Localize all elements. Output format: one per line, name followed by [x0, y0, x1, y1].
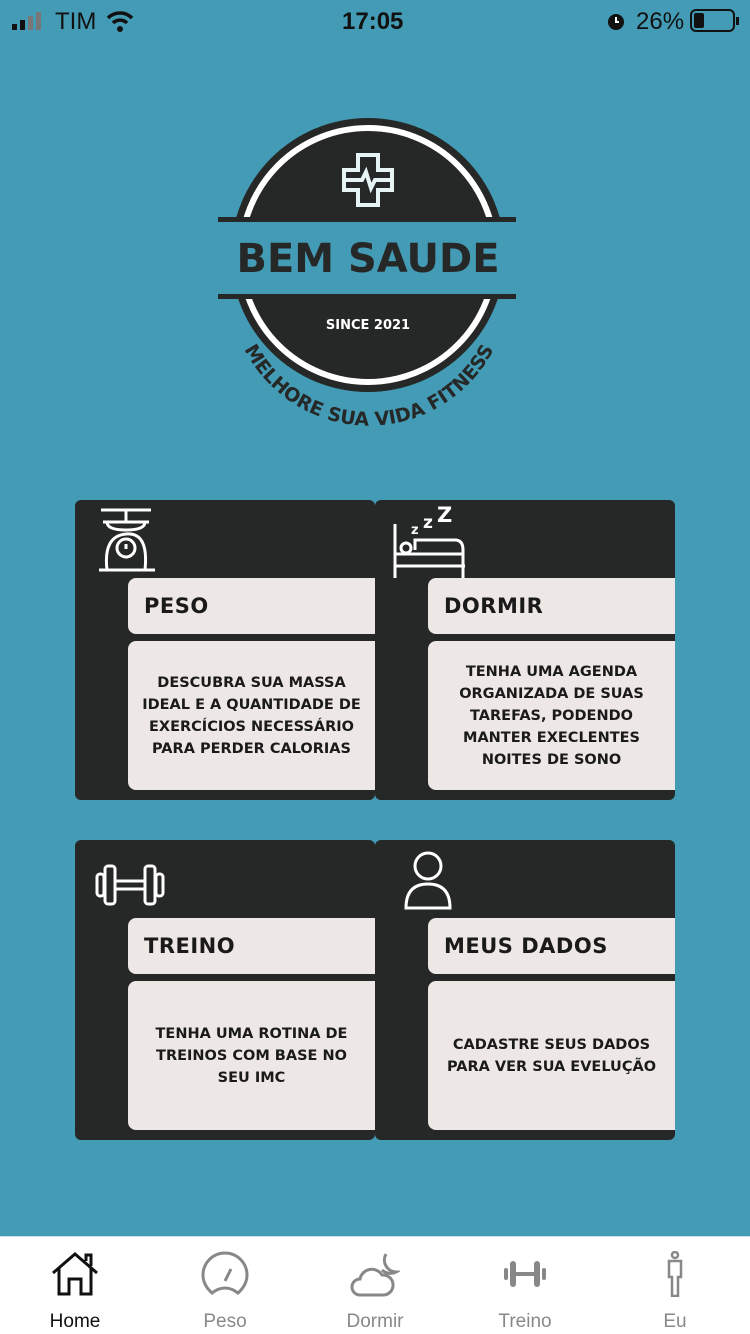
clock: 17:05	[342, 8, 404, 35]
carrier: TIM	[55, 8, 97, 35]
alarm-icon	[608, 14, 624, 30]
bem-saude-logo: BEM SAUDE SINCE 2021 MELHORE SUA VIDA FI…	[218, 118, 516, 430]
tab-label: Dormir	[346, 1311, 404, 1332]
card-description: Tenha uma agenda organizada de suas tare…	[428, 641, 675, 790]
card-description: Tenha uma rotina de treinos com base no …	[128, 981, 375, 1130]
card-title: TREINO	[128, 918, 375, 974]
tab-label: Home	[49, 1311, 101, 1332]
tab-bar: Home Peso Dormir Treino Eu	[0, 1236, 750, 1334]
tab-eu[interactable]: Eu	[600, 1237, 750, 1334]
dumbbell-icon	[504, 1261, 546, 1287]
user-icon	[404, 851, 452, 910]
bed-icon: zzZ	[393, 504, 465, 578]
card-description: Cadastre seus dados para ver sua eveluçã…	[428, 981, 675, 1130]
svg-text:Z: Z	[437, 504, 452, 527]
card-treino[interactable]: TREINO Tenha uma rotina de treinos com b…	[75, 840, 375, 1140]
battery-percent: 26%	[636, 8, 685, 35]
svg-text:z: z	[423, 513, 433, 533]
home-icon	[52, 1252, 98, 1296]
tab-label: Treino	[498, 1311, 552, 1332]
signal-icon	[12, 12, 41, 30]
logo-since: SINCE 2021	[326, 318, 410, 333]
tab-dormir[interactable]: Dormir	[300, 1237, 450, 1334]
tab-label: Peso	[203, 1311, 247, 1332]
card-meus-dados[interactable]: MEUS DADOS Cadastre seus dados para ver …	[375, 840, 675, 1140]
svg-text:z: z	[411, 523, 419, 538]
card-description: Descubra sua massa ideal e a quantidade …	[128, 641, 375, 790]
card-title: PESO	[128, 578, 375, 634]
wifi-icon	[106, 11, 134, 32]
card-peso[interactable]: PESO Descubra sua massa ideal e a quanti…	[75, 500, 375, 800]
tab-label: Eu	[663, 1311, 687, 1332]
card-title: DORMIR	[428, 578, 675, 634]
card-dormir[interactable]: zzZ DORMIR Tenha uma agenda organizada d…	[375, 500, 675, 800]
card-title: MEUS DADOS	[428, 918, 675, 974]
moon-cloud-icon	[350, 1253, 400, 1297]
tab-treino[interactable]: Treino	[450, 1237, 600, 1334]
battery-icon	[690, 9, 739, 32]
tab-peso[interactable]: Peso	[150, 1237, 300, 1334]
tab-home[interactable]: Home	[0, 1237, 150, 1334]
scale-icon	[99, 508, 155, 572]
person-icon	[667, 1251, 683, 1297]
dumbbell-icon	[95, 864, 165, 906]
status-bar: TIM 17:05 26%	[0, 0, 750, 40]
gauge-icon	[201, 1251, 249, 1295]
logo-title: BEM SAUDE	[236, 236, 499, 282]
